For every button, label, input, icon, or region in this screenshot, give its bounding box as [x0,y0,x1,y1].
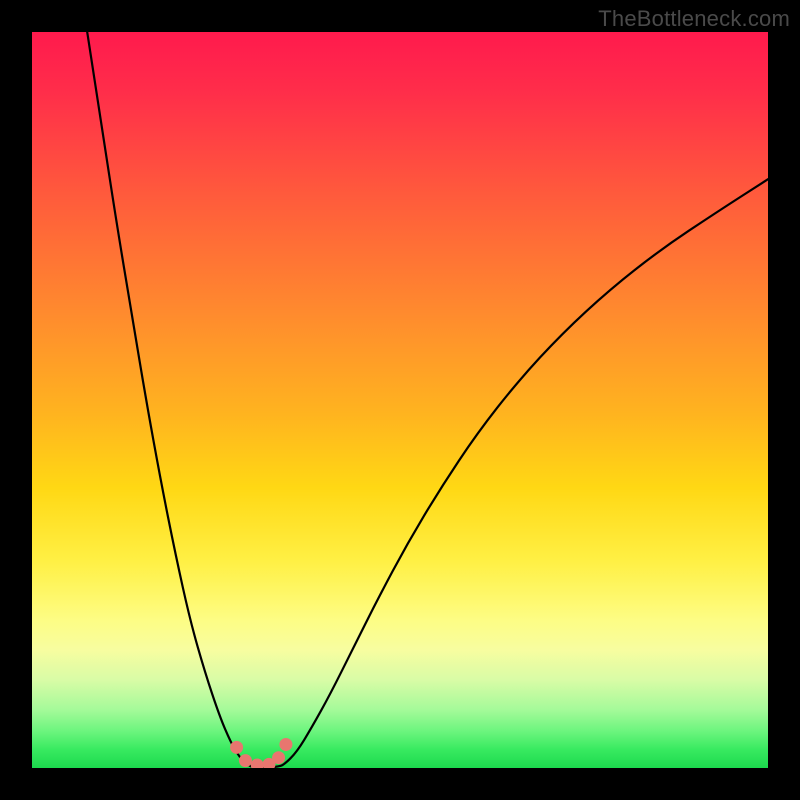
curve-layer [32,32,768,768]
trough-marker [279,738,292,751]
chart-frame: TheBottleneck.com [0,0,800,800]
watermark-text: TheBottleneck.com [598,6,790,32]
plot-area [32,32,768,768]
trough-marker [272,751,285,764]
trough-marker [239,754,252,767]
bottleneck-curve [87,32,768,768]
trough-marker [251,759,264,768]
trough-marker [230,741,243,754]
